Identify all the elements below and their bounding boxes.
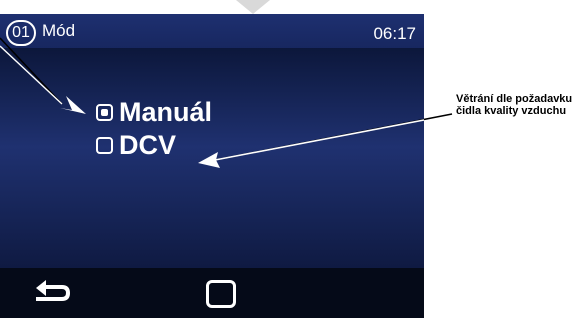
annotation-arrows (0, 37, 453, 168)
right-leader-line-white (214, 119, 425, 161)
left-arrowhead-icon (60, 96, 86, 114)
annotation-callout: Větrání dle požadavku čidla kvality vzdu… (456, 93, 573, 117)
left-leader-line (0, 37, 63, 105)
left-leader-line-white (0, 45, 63, 105)
